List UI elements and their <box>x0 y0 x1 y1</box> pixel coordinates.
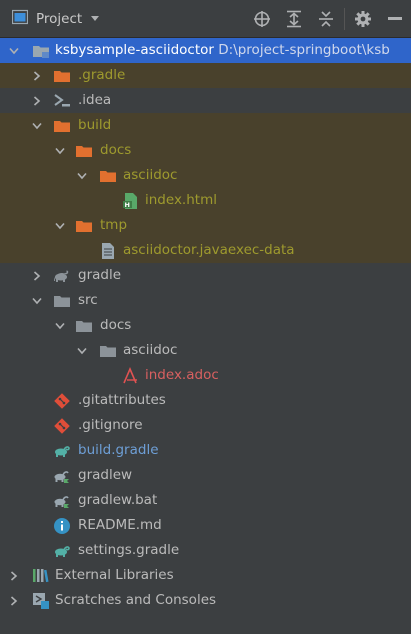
panel-icon <box>11 9 29 29</box>
tree-row-folder-gradle-hidden[interactable]: .gradle <box>0 63 411 88</box>
tree-row-file-javaexec-data[interactable]: asciidoctor.javaexec-data <box>0 238 411 263</box>
folder-orange-icon <box>53 117 71 135</box>
gradle-file-icon <box>53 442 71 460</box>
folder-orange-icon <box>99 167 117 185</box>
chevron-down-icon[interactable] <box>75 338 89 363</box>
tree-item-label: asciidoc <box>123 342 178 358</box>
tree-item-label: gradlew <box>78 467 133 483</box>
tree-row-folder-docs-build[interactable]: docs <box>0 138 411 163</box>
tree-row-folder-gradle[interactable]: gradle <box>0 263 411 288</box>
folder-gray-icon <box>99 342 117 360</box>
gradle-folder-icon <box>53 267 71 285</box>
tree-row-file-readme[interactable]: README.md <box>0 513 411 538</box>
gradle-file-icon <box>53 542 71 560</box>
folder-orange-icon <box>75 217 93 235</box>
chevron-right-icon[interactable] <box>7 588 21 613</box>
tree-item-label: index.html <box>145 192 217 208</box>
folder-orange-icon <box>75 142 93 160</box>
tree-row-file-gitattributes[interactable]: .gitattributes <box>0 388 411 413</box>
tree-item-label: .gitignore <box>78 417 143 433</box>
chevron-right-icon[interactable] <box>30 88 44 113</box>
folder-gray-icon <box>75 317 93 335</box>
tree-row-folder-docs-src[interactable]: docs <box>0 313 411 338</box>
chevron-down-icon[interactable] <box>30 113 44 138</box>
tree-row-external-libraries[interactable]: External Libraries <box>0 563 411 588</box>
tree-row-file-gradlew-bat[interactable]: gradlew.bat <box>0 488 411 513</box>
expand-all-icon[interactable] <box>278 0 310 38</box>
tree-item-label: gradlew.bat <box>78 492 158 508</box>
tree-item-label: .idea <box>78 92 112 108</box>
chevron-down-icon[interactable] <box>53 138 67 163</box>
module-path: D:\project-springboot\ksb <box>213 42 390 58</box>
project-view-selector[interactable]: Project <box>11 9 100 29</box>
git-file-icon <box>53 417 71 435</box>
svg-text:H: H <box>125 201 130 209</box>
tree-row-folder-asciidoc-build[interactable]: asciidoc <box>0 163 411 188</box>
tree-row-folder-idea[interactable]: .idea <box>0 88 411 113</box>
dropdown-chevron-icon[interactable] <box>90 11 100 27</box>
asciidoc-file-icon <box>122 366 140 385</box>
chevron-right-icon[interactable] <box>30 263 44 288</box>
tree-item-label: README.md <box>78 517 162 533</box>
libraries-icon <box>32 567 50 585</box>
tree-row-file-gradlew[interactable]: gradlew <box>0 463 411 488</box>
tree-row-scratches-and-consoles[interactable]: Scratches and Consoles <box>0 588 411 613</box>
tree-item-label: docs <box>100 317 132 333</box>
locate-icon[interactable] <box>246 0 278 38</box>
folder-orange-icon <box>53 67 71 85</box>
gradlew-file-icon <box>53 467 71 485</box>
chevron-right-icon[interactable] <box>30 63 44 88</box>
gear-icon[interactable] <box>347 0 379 38</box>
chevron-down-icon[interactable] <box>53 313 67 338</box>
gradlew-file-icon <box>53 492 71 510</box>
tree-item-label: .gradle <box>78 67 126 83</box>
idea-icon <box>53 92 71 110</box>
chevron-down-icon[interactable] <box>75 163 89 188</box>
tree-row-file-settings-gradle[interactable]: settings.gradle <box>0 538 411 563</box>
folder-gray-icon <box>53 292 71 310</box>
scratches-icon <box>32 592 50 610</box>
panel-title[interactable]: Project <box>36 11 82 27</box>
chevron-right-icon[interactable] <box>7 563 21 588</box>
tree-item-label: External Libraries <box>55 567 174 583</box>
tree-item-label: asciidoctor.javaexec-data <box>123 242 295 258</box>
tree-row-folder-tmp[interactable]: tmp <box>0 213 411 238</box>
tree-item-label: settings.gradle <box>78 542 180 558</box>
tree-item-label: docs <box>100 142 132 158</box>
tree-item-label: ksbysample-asciidoctor D:\project-spring… <box>55 42 390 58</box>
tree-row-root-module[interactable]: ksbysample-asciidoctor D:\project-spring… <box>0 38 411 63</box>
tree-item-label: tmp <box>100 217 128 233</box>
tree-item-label: build <box>78 117 112 133</box>
project-tree: ksbysample-asciidoctor D:\project-spring… <box>0 38 411 613</box>
tree-row-folder-build[interactable]: build <box>0 113 411 138</box>
tree-item-label: Scratches and Consoles <box>55 592 217 608</box>
chevron-down-icon[interactable] <box>30 288 44 313</box>
chevron-down-icon[interactable] <box>7 38 21 63</box>
tree-item-label: build.gradle <box>78 442 159 458</box>
tree-row-folder-asciidoc-src[interactable]: asciidoc <box>0 338 411 363</box>
toolbar-separator <box>344 8 345 30</box>
tree-item-label: .gitattributes <box>78 392 166 408</box>
tree-row-file-index-adoc[interactable]: index.adoc <box>0 363 411 388</box>
info-file-icon <box>53 517 71 535</box>
tree-item-label: gradle <box>78 267 122 283</box>
tree-item-label: src <box>78 292 98 308</box>
tree-row-folder-src[interactable]: src <box>0 288 411 313</box>
html-file-icon: H <box>122 192 140 210</box>
collapse-all-icon[interactable] <box>310 0 342 38</box>
tree-row-file-build-gradle[interactable]: build.gradle <box>0 438 411 463</box>
tree-item-label: index.adoc <box>145 367 219 383</box>
chevron-down-icon[interactable] <box>53 213 67 238</box>
git-file-icon <box>53 392 71 410</box>
module-folder-icon <box>32 42 50 60</box>
text-file-icon <box>99 242 117 260</box>
project-panel-toolbar: Project <box>0 0 411 38</box>
hide-icon[interactable] <box>379 0 411 38</box>
tree-item-label: asciidoc <box>123 167 178 183</box>
tree-row-file-gitignore[interactable]: .gitignore <box>0 413 411 438</box>
tree-row-file-index-html[interactable]: Hindex.html <box>0 188 411 213</box>
